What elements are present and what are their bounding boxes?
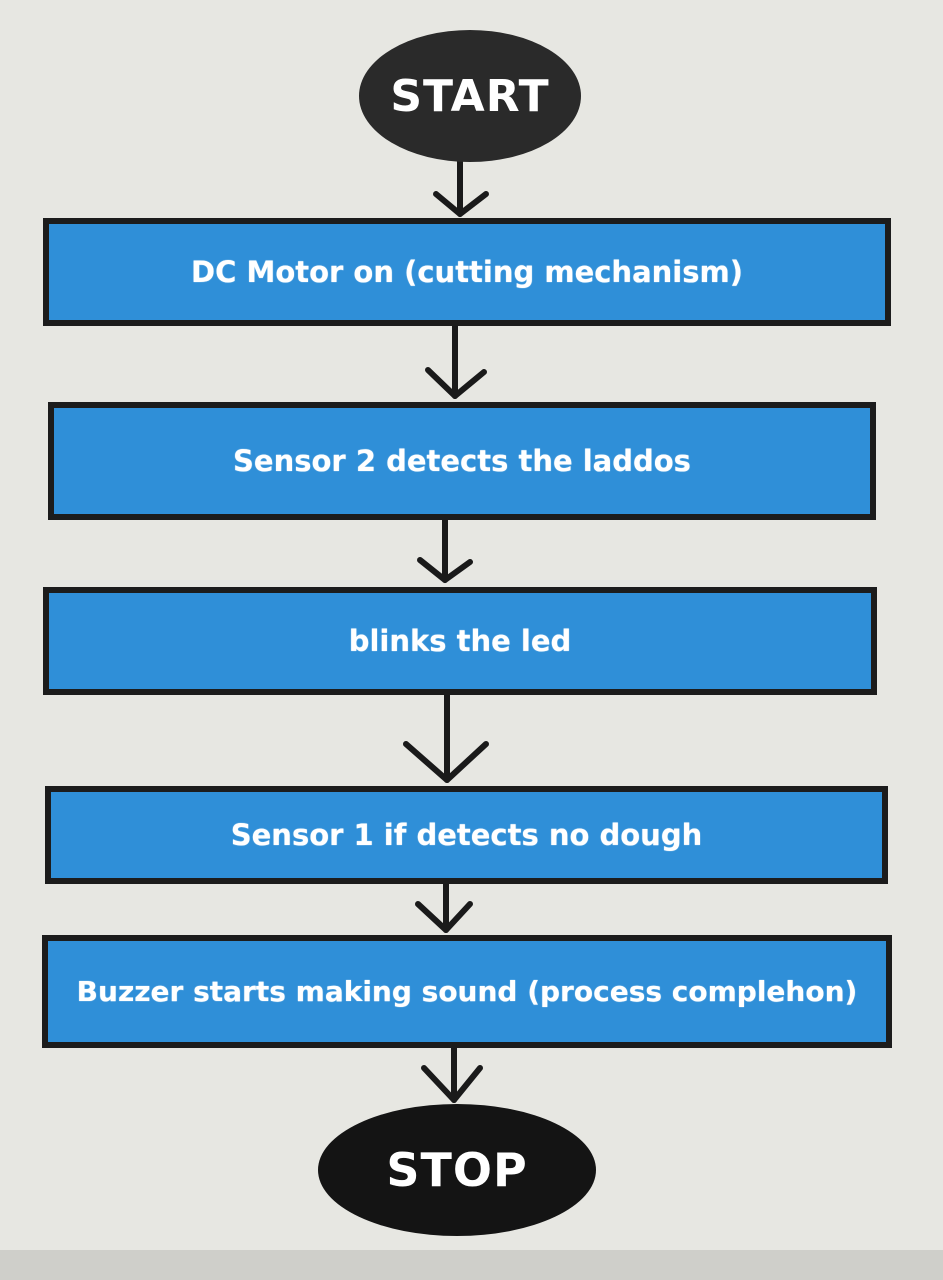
arrow-step4-to-step5: [415, 881, 473, 933]
process-step-label: DC Motor on (cutting mechanism): [191, 255, 743, 289]
process-step-label: Sensor 2 detects the laddos: [233, 444, 691, 478]
process-step-label: blinks the led: [348, 624, 572, 658]
arrow-step1-to-step2: [425, 323, 487, 399]
arrow-step3-to-step4: [403, 692, 489, 783]
start-label: START: [390, 70, 550, 122]
process-step-buzzer: Buzzer starts making sound (process comp…: [42, 935, 892, 1048]
process-step-dc-motor: DC Motor on (cutting mechanism): [43, 218, 891, 326]
arrow-start-to-step1: [433, 157, 489, 217]
start-terminal: START: [359, 30, 581, 162]
stop-label: STOP: [386, 1143, 528, 1197]
stop-terminal: STOP: [318, 1104, 596, 1236]
process-step-sensor-1: Sensor 1 if detects no dough: [45, 786, 888, 884]
process-step-label: Buzzer starts making sound (process comp…: [76, 975, 858, 1008]
arrow-step2-to-step3: [417, 517, 473, 583]
process-step-sensor-2: Sensor 2 detects the laddos: [48, 402, 876, 520]
arrow-step5-to-stop: [421, 1045, 483, 1103]
process-step-label: Sensor 1 if detects no dough: [230, 818, 703, 852]
process-step-blink-led: blinks the led: [43, 587, 877, 695]
